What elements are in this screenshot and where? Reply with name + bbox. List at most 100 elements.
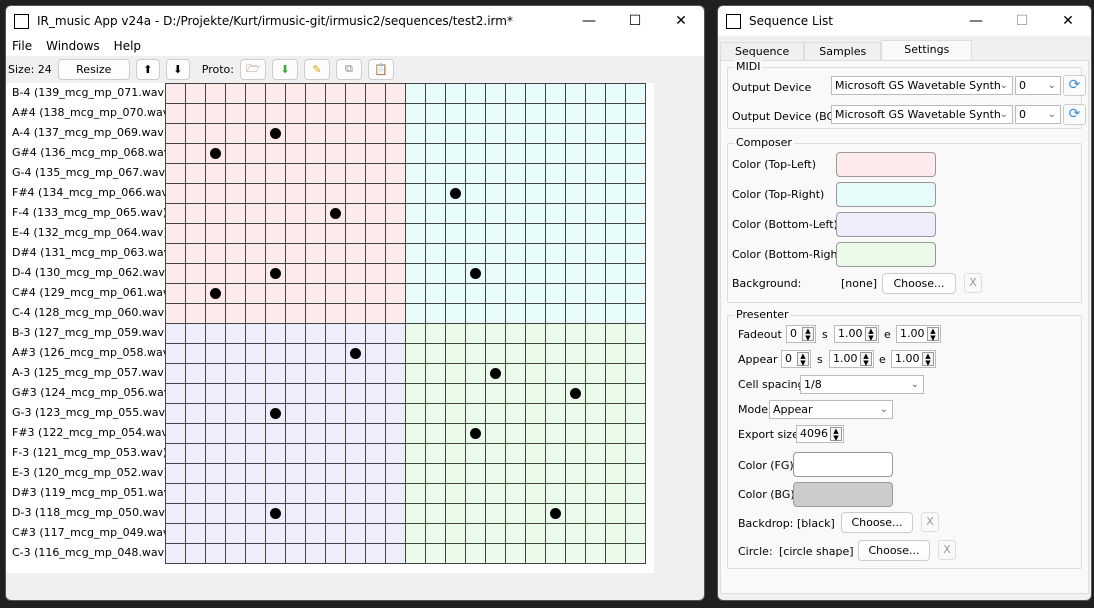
- grid-cell[interactable]: [204, 122, 226, 144]
- grid-cell[interactable]: [504, 122, 526, 144]
- grid-cell[interactable]: [344, 122, 366, 144]
- grid-cell[interactable]: [224, 322, 246, 344]
- copy-icon[interactable]: ⧉: [335, 58, 362, 80]
- grid-cell[interactable]: [544, 282, 566, 304]
- grid-cell[interactable]: [504, 462, 526, 484]
- note-dot[interactable]: [270, 128, 281, 139]
- grid-cell[interactable]: [364, 302, 386, 324]
- grid-cell[interactable]: [544, 422, 566, 444]
- grid-cell[interactable]: [324, 342, 346, 364]
- note-dot[interactable]: [470, 268, 481, 279]
- grid-cell[interactable]: [264, 342, 286, 364]
- grid-cell[interactable]: [424, 362, 446, 384]
- grid-cell[interactable]: [404, 382, 426, 404]
- grid-cell[interactable]: [564, 242, 586, 264]
- grid-cell[interactable]: [564, 202, 586, 224]
- grid-cell[interactable]: [544, 522, 566, 544]
- grid-cell[interactable]: [464, 122, 486, 144]
- grid-cell[interactable]: [364, 422, 386, 444]
- grid-cell[interactable]: [364, 102, 386, 124]
- grid-cell[interactable]: [464, 202, 486, 224]
- grid-cell[interactable]: [344, 202, 366, 224]
- grid-cell[interactable]: [304, 482, 326, 504]
- grid-cell[interactable]: [284, 522, 306, 544]
- grid-cell[interactable]: [524, 382, 546, 404]
- grid-cell[interactable]: [244, 462, 266, 484]
- grid-cell[interactable]: [184, 222, 206, 244]
- grid-cell[interactable]: [624, 402, 646, 424]
- grid-cell[interactable]: [244, 82, 266, 104]
- grid-cell[interactable]: [344, 282, 366, 304]
- grid-cell[interactable]: [284, 342, 306, 364]
- grid-cell[interactable]: [344, 262, 366, 284]
- grid-cell[interactable]: [224, 402, 246, 424]
- grid-cell[interactable]: [284, 162, 306, 184]
- grid-cell[interactable]: [204, 242, 226, 264]
- grid-cell[interactable]: [184, 122, 206, 144]
- grid-cell[interactable]: [544, 442, 566, 464]
- grid-cell[interactable]: [424, 482, 446, 504]
- grid-cell[interactable]: [184, 302, 206, 324]
- grid-cell[interactable]: [164, 302, 186, 324]
- grid-cell[interactable]: [384, 422, 406, 444]
- note-dot[interactable]: [450, 188, 461, 199]
- tab-settings[interactable]: Settings: [881, 40, 973, 60]
- grid-cell[interactable]: [404, 502, 426, 524]
- grid-cell[interactable]: [224, 342, 246, 364]
- grid-cell[interactable]: [464, 182, 486, 204]
- grid-cell[interactable]: [624, 162, 646, 184]
- grid-cell[interactable]: [344, 322, 366, 344]
- grid-cell[interactable]: [364, 122, 386, 144]
- grid-cell[interactable]: [444, 542, 466, 564]
- grid-cell[interactable]: [424, 262, 446, 284]
- grid-cell[interactable]: [404, 162, 426, 184]
- grid-cell[interactable]: [244, 342, 266, 364]
- grid-cell[interactable]: [164, 442, 186, 464]
- grid-cell[interactable]: [384, 542, 406, 564]
- note-dot[interactable]: [550, 508, 561, 519]
- grid-cell[interactable]: [164, 462, 186, 484]
- background-clear-button[interactable]: X: [964, 273, 982, 293]
- grid-cell[interactable]: [224, 442, 246, 464]
- grid-cell[interactable]: [624, 542, 646, 564]
- grid-cell[interactable]: [264, 162, 286, 184]
- grid-cell[interactable]: [624, 122, 646, 144]
- grid-cell[interactable]: [304, 362, 326, 384]
- grid-cell[interactable]: [624, 282, 646, 304]
- grid-cell[interactable]: [484, 202, 506, 224]
- grid-cell[interactable]: [184, 442, 206, 464]
- grid-cell[interactable]: [504, 162, 526, 184]
- grid-cell[interactable]: [264, 182, 286, 204]
- grid-cell[interactable]: [184, 202, 206, 224]
- grid-cell[interactable]: [264, 242, 286, 264]
- grid-cell[interactable]: [424, 202, 446, 224]
- grid-cell[interactable]: [564, 422, 586, 444]
- grid-cell[interactable]: [484, 162, 506, 184]
- grid-cell[interactable]: [164, 282, 186, 304]
- grid-cell[interactable]: [224, 282, 246, 304]
- grid-cell[interactable]: [164, 182, 186, 204]
- grid-cell[interactable]: [164, 422, 186, 444]
- grid-cell[interactable]: [224, 262, 246, 284]
- grid-cell[interactable]: [364, 282, 386, 304]
- grid-cell[interactable]: [604, 442, 626, 464]
- grid-cell[interactable]: [464, 462, 486, 484]
- grid-cell[interactable]: [344, 402, 366, 424]
- grid-cell[interactable]: [484, 342, 506, 364]
- grid-cell[interactable]: [524, 362, 546, 384]
- grid-cell[interactable]: [444, 242, 466, 264]
- grid-cell[interactable]: [164, 82, 186, 104]
- grid-cell[interactable]: [524, 142, 546, 164]
- grid-cell[interactable]: [264, 102, 286, 124]
- grid-cell[interactable]: [504, 302, 526, 324]
- grid-cell[interactable]: [624, 202, 646, 224]
- grid-cell[interactable]: [564, 262, 586, 284]
- grid-cell[interactable]: [624, 462, 646, 484]
- grid-cell[interactable]: [184, 462, 206, 484]
- grid-cell[interactable]: [404, 302, 426, 324]
- grid-cell[interactable]: [284, 462, 306, 484]
- grid-cell[interactable]: [304, 302, 326, 324]
- grid-cell[interactable]: [564, 122, 586, 144]
- grid-cell[interactable]: [264, 442, 286, 464]
- grid-cell[interactable]: [284, 362, 306, 384]
